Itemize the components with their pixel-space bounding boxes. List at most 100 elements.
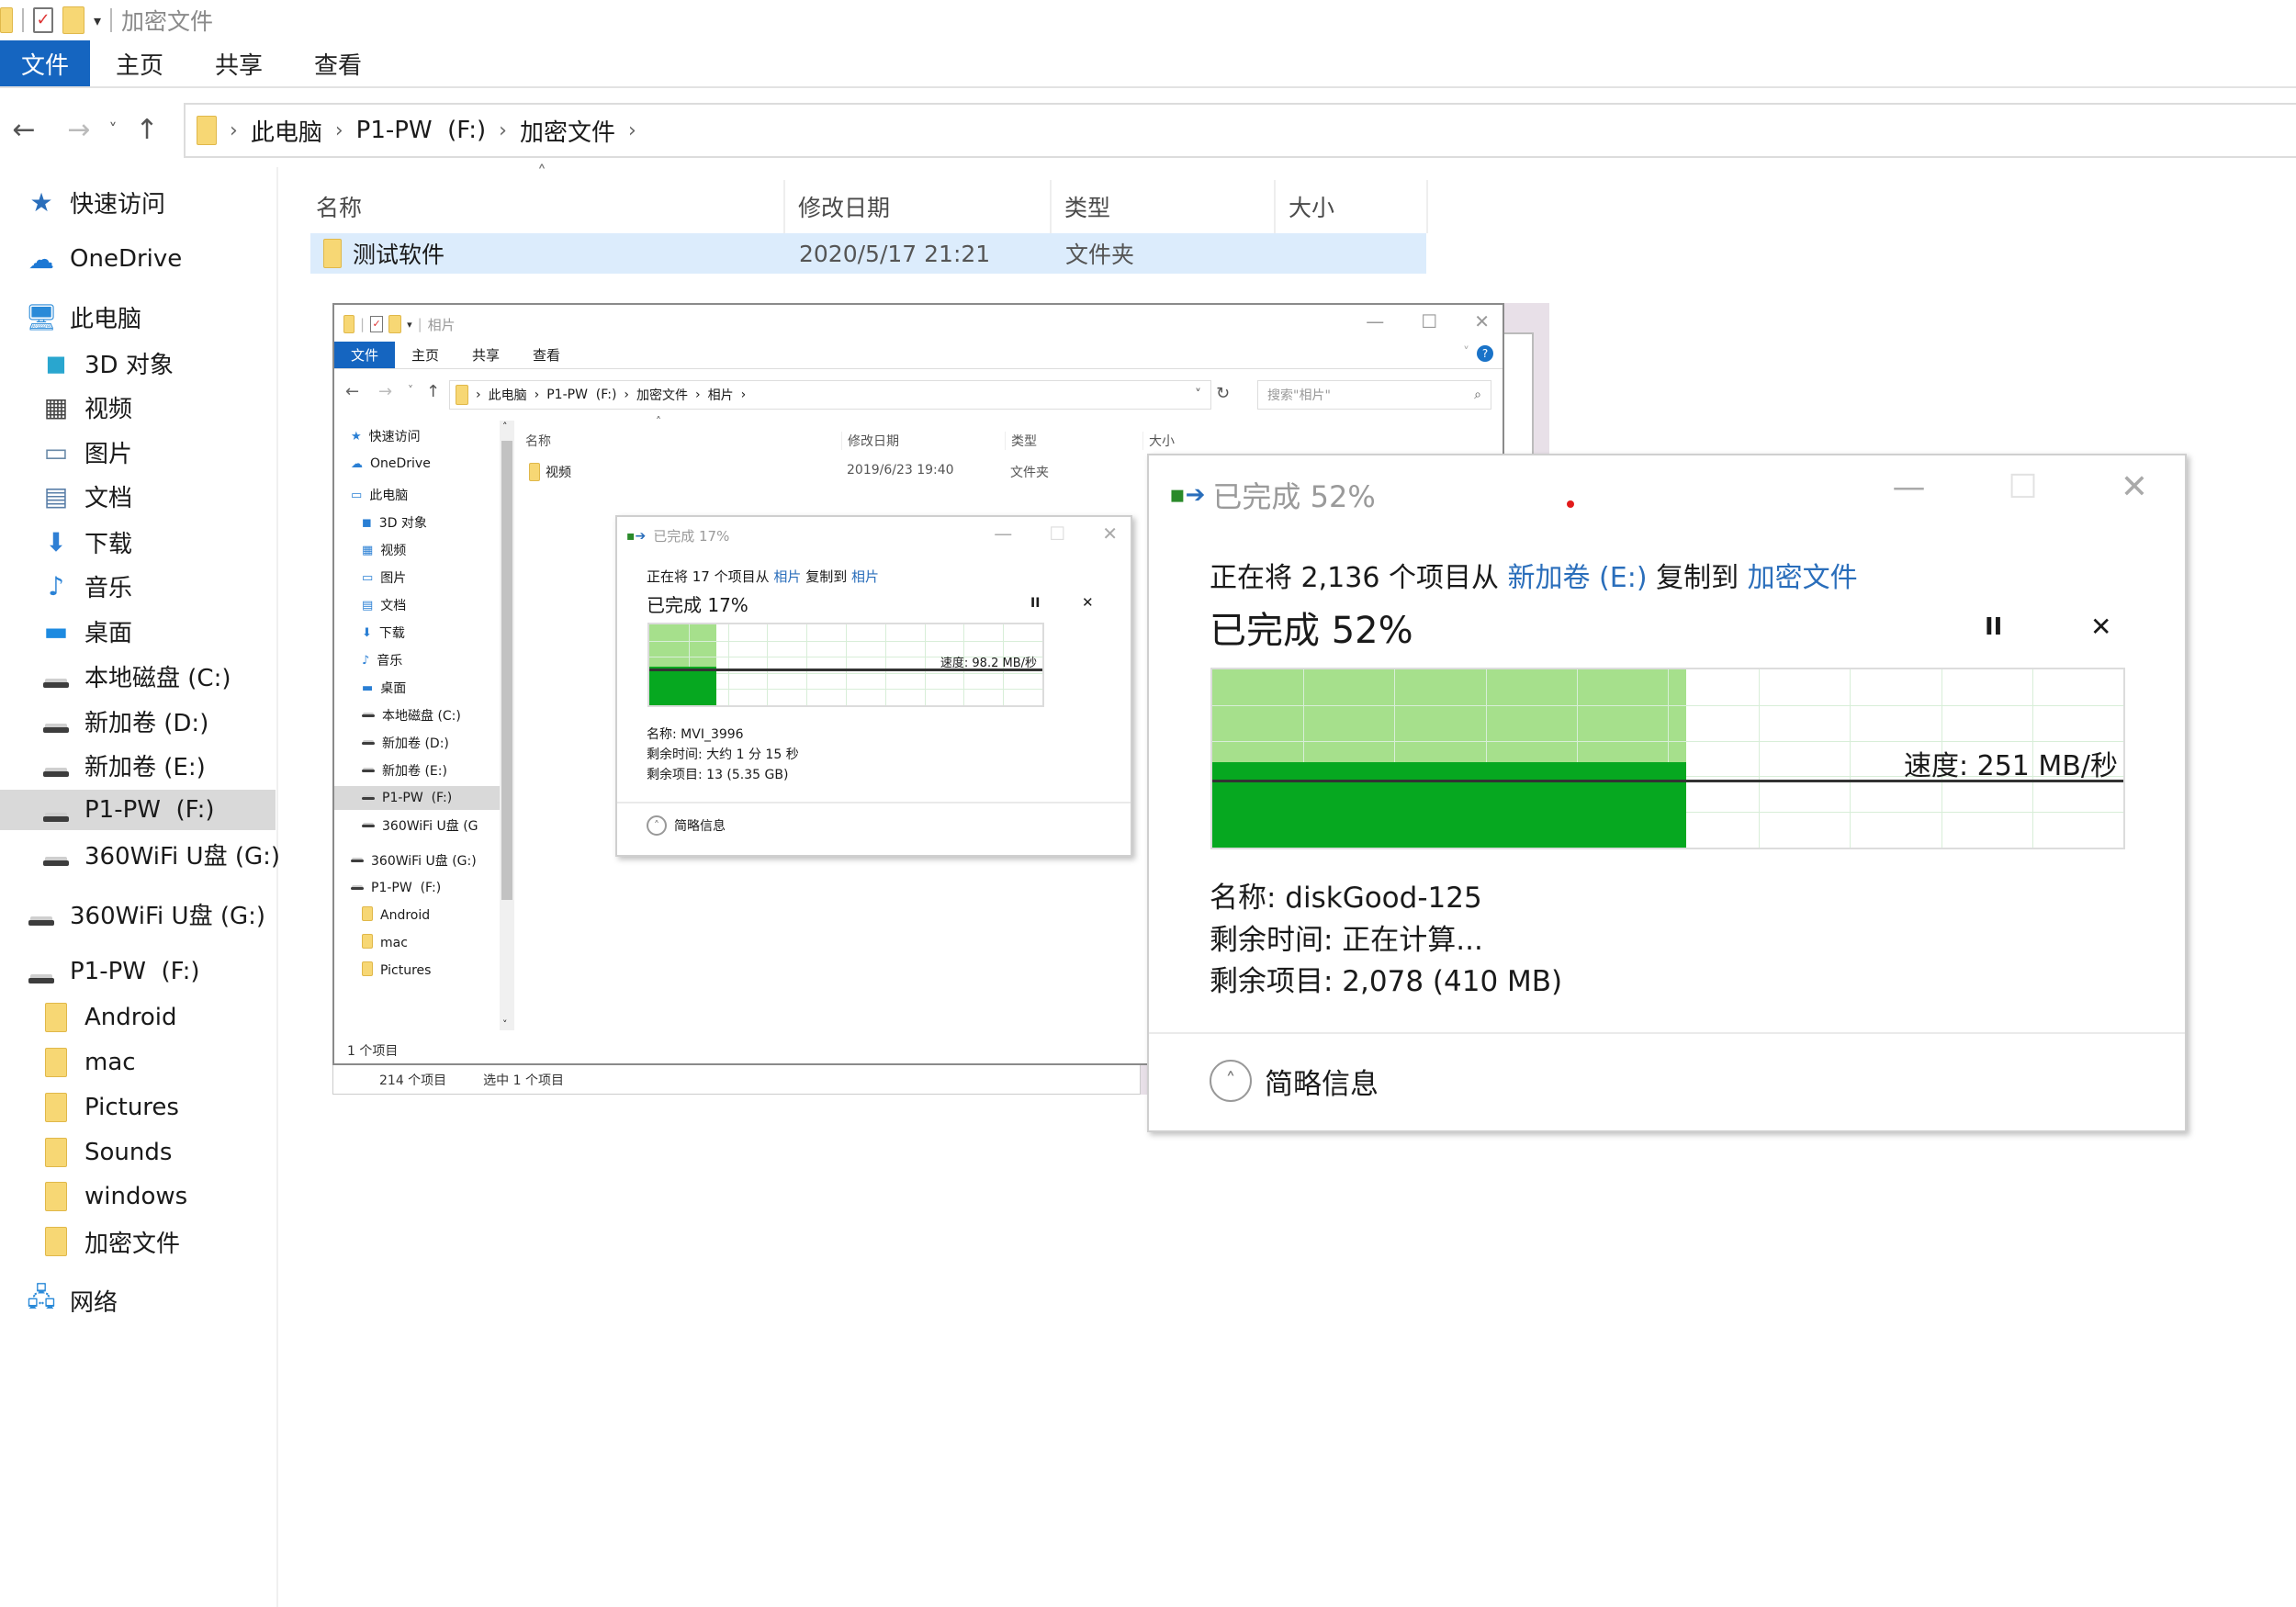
breadcrumb-drive-f[interactable]: P1-PW (F:): [546, 388, 616, 402]
quick-access-dropdown-icon[interactable]: ▾: [407, 319, 412, 331]
minimize-icon[interactable]: —: [1366, 310, 1384, 332]
inner-sidebar-item[interactable]: P1-PW (F:): [334, 876, 500, 900]
destination-link[interactable]: 加密文件: [1748, 562, 1858, 594]
sidebar-item[interactable]: P1-PW (F:): [0, 951, 200, 992]
sidebar-item[interactable]: Sounds: [0, 1132, 172, 1173]
sidebar-item[interactable]: 🖧 网络: [0, 1280, 118, 1320]
chevron-right-icon[interactable]: ›: [628, 119, 636, 142]
destination-link[interactable]: 相片: [851, 568, 879, 585]
file-row[interactable]: 测试软件 2020/5/17 21:21 文件夹: [310, 233, 1426, 274]
inner-sidebar-item[interactable]: 本地磁盘 (C:): [334, 703, 500, 727]
sidebar-item[interactable]: Pictures: [0, 1087, 179, 1128]
file-row[interactable]: 视频 2019/6/23 19:40 文件夹: [518, 461, 1216, 487]
properties-icon[interactable]: ✓: [33, 7, 53, 33]
source-link[interactable]: 相片: [773, 568, 801, 585]
column-header-name[interactable]: 名称: [303, 180, 785, 233]
breadcrumb-photos[interactable]: 相片: [708, 386, 734, 404]
sidebar-item[interactable]: ♪ 音乐: [0, 566, 132, 606]
forward-button[interactable]: →: [59, 114, 99, 146]
sidebar-item[interactable]: ★ 快速访问: [0, 182, 165, 222]
column-header-size[interactable]: 大小: [1142, 432, 1175, 450]
inner-sidebar-item[interactable]: Android: [334, 904, 500, 927]
column-header-modified[interactable]: 修改日期: [785, 180, 1052, 233]
inner-sidebar-item[interactable]: ☁ OneDrive: [334, 452, 500, 476]
properties-icon[interactable]: ✓: [370, 316, 384, 332]
sidebar-item[interactable]: 360WiFi U盘 (G:): [0, 893, 265, 934]
sidebar-item[interactable]: P1-PW (F:): [0, 790, 276, 830]
refresh-icon[interactable]: ↻: [1216, 384, 1230, 403]
inner-sidebar-item[interactable]: ▦ 视频: [334, 538, 500, 562]
inner-sidebar-item[interactable]: ▭ 此电脑: [334, 483, 500, 507]
inner-sidebar-item[interactable]: Pictures: [334, 959, 500, 983]
address-bar[interactable]: › 此电脑 › P1-PW (F:) › 加密文件 ›: [184, 103, 2296, 158]
tab-home[interactable]: 主页: [90, 40, 189, 86]
up-button[interactable]: ↑: [426, 382, 440, 401]
close-icon[interactable]: ✕: [1102, 523, 1118, 545]
new-folder-icon[interactable]: [388, 315, 402, 333]
maximize-icon[interactable]: ☐: [1421, 310, 1437, 332]
tab-share[interactable]: 共享: [189, 40, 288, 86]
breadcrumb-this-pc[interactable]: 此电脑: [251, 114, 322, 148]
sidebar-item[interactable]: ▭ 图片: [0, 432, 132, 472]
recent-locations-button[interactable]: ˅: [99, 120, 127, 140]
sidebar-item[interactable]: ▬ 桌面: [0, 611, 132, 651]
sidebar-item[interactable]: ▦ 视频: [0, 387, 132, 427]
inner-sidebar-item[interactable]: ▬ 桌面: [334, 676, 500, 700]
sidebar-item[interactable]: ◼ 3D 对象: [0, 343, 173, 383]
new-folder-icon[interactable]: [62, 6, 84, 34]
sidebar-item[interactable]: mac: [0, 1042, 136, 1083]
column-header-name[interactable]: 名称: [525, 432, 551, 450]
sidebar-item[interactable]: Android: [0, 997, 177, 1038]
inner-sidebar-item[interactable]: ★ 快速访问: [334, 424, 500, 448]
sidebar-item[interactable]: windows: [0, 1176, 187, 1217]
tab-share[interactable]: 共享: [456, 342, 516, 368]
sidebar-item[interactable]: 本地磁盘 (C:): [0, 656, 231, 696]
inner-sidebar-item[interactable]: 360WiFi U盘 (G:): [334, 848, 500, 872]
inner-sidebar-item[interactable]: 新加卷 (D:): [334, 731, 500, 755]
breadcrumb-encrypted-files[interactable]: 加密文件: [520, 114, 615, 148]
sidebar-item[interactable]: 360WiFi U盘 (G:): [0, 834, 280, 874]
inner-sidebar-item[interactable]: mac: [334, 931, 500, 955]
scrollbar-thumb[interactable]: [501, 441, 512, 900]
breadcrumb-this-pc[interactable]: 此电脑: [489, 386, 527, 404]
tab-view[interactable]: 查看: [288, 40, 388, 86]
column-header-size[interactable]: 大小: [1276, 180, 1428, 233]
back-button[interactable]: ←: [345, 382, 359, 401]
tab-file[interactable]: 文件: [334, 342, 395, 368]
minimize-icon[interactable]: —: [1893, 468, 1926, 506]
column-header-type[interactable]: 类型: [1005, 432, 1037, 450]
close-icon[interactable]: ✕: [2121, 468, 2148, 506]
breadcrumb-drive-f[interactable]: P1-PW (F:): [356, 117, 487, 144]
sidebar-item[interactable]: ▤ 文档: [0, 476, 132, 516]
fewer-details-toggle[interactable]: ˄ 简略信息: [647, 815, 726, 836]
inner-sidebar-item[interactable]: ⬇ 下载: [334, 621, 500, 645]
pause-button[interactable]: II: [1030, 596, 1040, 611]
inner-sidebar-item[interactable]: ◼ 3D 对象: [334, 511, 500, 534]
sidebar-item[interactable]: ☁ OneDrive: [0, 239, 182, 279]
fewer-details-toggle[interactable]: ˄ 简略信息: [1210, 1060, 1379, 1102]
quick-access-dropdown-icon[interactable]: ▾: [94, 12, 101, 29]
source-link[interactable]: 新加卷 (E:): [1508, 562, 1648, 594]
close-icon[interactable]: ✕: [1474, 310, 1490, 332]
address-dropdown-icon[interactable]: ˅: [1195, 388, 1201, 402]
maximize-icon[interactable]: ☐: [2009, 468, 2038, 506]
recent-locations-button[interactable]: ˅: [408, 384, 413, 397]
inner-sidebar-scrollbar[interactable]: ˄ ˅: [500, 421, 514, 1030]
sidebar-item[interactable]: 新加卷 (D:): [0, 701, 208, 741]
minimize-icon[interactable]: —: [994, 523, 1012, 545]
inner-sidebar-item[interactable]: 360WiFi U盘 (G: [334, 814, 500, 837]
pause-button[interactable]: II: [1985, 613, 2002, 641]
sidebar-item[interactable]: 新加卷 (E:): [0, 745, 206, 785]
scroll-down-icon[interactable]: ˅: [502, 1018, 508, 1030]
cancel-button[interactable]: ✕: [1082, 594, 1094, 611]
column-header-type[interactable]: 类型: [1052, 180, 1276, 233]
chevron-right-icon[interactable]: ›: [335, 119, 343, 142]
sidebar-item[interactable]: 🖥 此电脑: [0, 297, 141, 337]
inner-address-bar[interactable]: › 此电脑 › P1-PW (F:) › 加密文件 › 相片 › ˅: [449, 380, 1211, 410]
inner-sidebar-item[interactable]: P1-PW (F:): [334, 786, 500, 810]
up-button[interactable]: ↑: [127, 114, 167, 146]
inner-sidebar-item[interactable]: 新加卷 (E:): [334, 759, 500, 782]
inner-search-input[interactable]: 搜索"相片" ⌕: [1257, 380, 1491, 410]
breadcrumb-encrypted-files[interactable]: 加密文件: [636, 386, 688, 404]
sidebar-item[interactable]: 加密文件: [0, 1221, 180, 1262]
